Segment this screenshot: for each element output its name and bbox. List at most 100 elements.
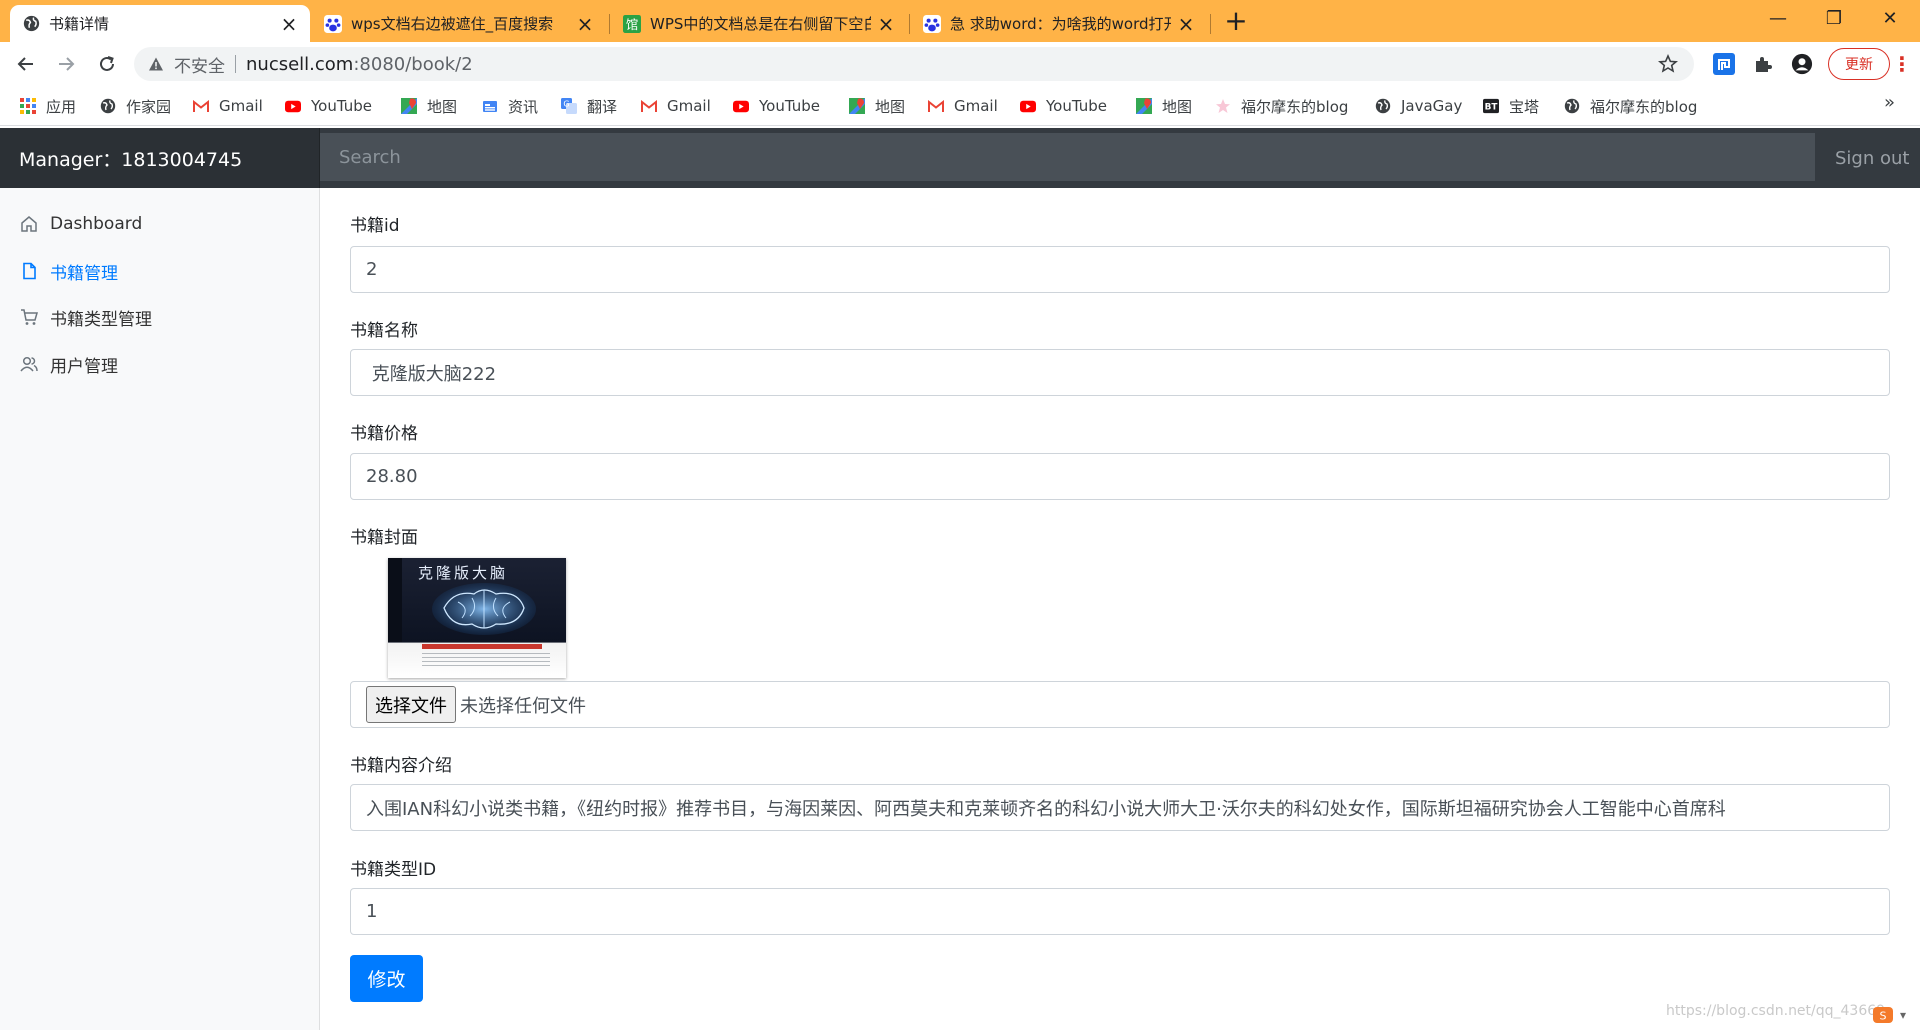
bookmark-label: Gmail [667, 97, 711, 115]
close-icon[interactable]: × [1177, 14, 1195, 34]
address-bar[interactable]: 不安全 nucsell.com:8080/book/2 [134, 47, 1694, 81]
book-cover-label: 书籍封面 [350, 528, 418, 548]
url-text[interactable]: nucsell.com:8080/book/2 [246, 54, 473, 75]
book-type-label: 书籍类型ID [350, 860, 437, 880]
bookmark-item[interactable]: 资讯 [482, 94, 538, 118]
choose-file-button[interactable]: 选择文件 [366, 686, 456, 723]
sidebar-item-book-types[interactable]: 书籍类型管理 [20, 304, 152, 330]
back-button[interactable] [12, 50, 40, 78]
apps-grid-icon [20, 98, 36, 114]
cover-file-input[interactable]: 选择文件 未选择任何文件 [350, 681, 1890, 728]
reload-button[interactable] [93, 50, 121, 78]
book-type-field[interactable]: 1 [350, 888, 1890, 935]
bookmark-item[interactable]: Gmail [928, 94, 998, 118]
bookmark-item[interactable]: Gmail [193, 94, 263, 118]
maps-icon [401, 98, 417, 114]
warning-icon[interactable] [148, 56, 164, 72]
sidebar-item-dashboard[interactable]: Dashboard [20, 211, 142, 237]
tab-title: 急 求助word：为啥我的word打开 [950, 15, 1171, 33]
csdn-watermark: https://blog.csdn.net/qq_43669 [1666, 1003, 1886, 1019]
book-price-field[interactable]: 28.80 [350, 453, 1890, 500]
sidebar-item-books[interactable]: 书籍管理 [20, 258, 118, 284]
bookmark-label: Gmail [219, 97, 263, 115]
gmail-icon [641, 98, 657, 114]
star-icon [1215, 98, 1231, 114]
book-intro-field[interactable]: 入围IAN科幻小说类书籍，《纽约时报》推荐书目，与海因莱因、阿西莫夫和克莱顿齐名… [350, 784, 1890, 831]
profile-avatar-icon[interactable] [1791, 53, 1813, 75]
bookmarks-bar: 应用 作家园 Gmail YouTube 地图 资讯 G 翻译 Gmail Yo… [0, 86, 1920, 126]
bookmark-item[interactable]: BT 宝塔 [1483, 94, 1539, 118]
close-icon[interactable]: × [280, 14, 298, 34]
bookmark-label: Gmail [954, 97, 998, 115]
bookmark-item[interactable]: 福尔摩东的blog [1215, 94, 1348, 118]
tab-word-help[interactable]: 急 求助word：为啥我的word打开 × [911, 5, 1207, 42]
url-path: :8080/book/2 [353, 53, 473, 75]
close-icon[interactable]: × [877, 14, 895, 34]
bookmark-label: YouTube [759, 97, 820, 115]
ime-icon[interactable]: S [1872, 1005, 1896, 1025]
youtube-icon [733, 98, 749, 114]
bookmark-item[interactable]: YouTube [1020, 94, 1107, 118]
bookmark-item[interactable]: G 翻译 [561, 94, 617, 118]
sidebar-item-label: 用户管理 [50, 356, 118, 377]
bookmark-item[interactable]: 地图 [1136, 94, 1192, 118]
extension-blue-icon[interactable] [1713, 53, 1735, 75]
bookmark-item[interactable]: 福尔摩东的blog [1564, 94, 1697, 118]
bookmark-item[interactable]: YouTube [285, 94, 372, 118]
new-tab-button[interactable]: + [1222, 7, 1250, 36]
bookmark-item[interactable]: 地图 [401, 94, 457, 118]
sidebar-item-label: 书籍管理 [50, 263, 118, 284]
update-button[interactable]: 更新 [1828, 48, 1890, 80]
menu-kebab-icon[interactable]: ⋮ [1890, 50, 1914, 78]
bookmark-item[interactable]: 应用 [20, 94, 76, 118]
book-id-field[interactable]: 2 [350, 246, 1890, 293]
bookmark-label: 翻译 [587, 97, 618, 116]
svg-text:馆: 馆 [626, 17, 638, 32]
submit-button[interactable]: 修改 [350, 955, 423, 1002]
forward-button[interactable] [52, 50, 80, 78]
tab-wps-doc[interactable]: 馆 WPS中的文档总是在右侧留下空白 × [611, 5, 907, 42]
brain-illustration [432, 583, 536, 635]
sidebar-item-label: 书籍类型管理 [50, 309, 152, 330]
puzzle-icon[interactable] [1752, 53, 1774, 75]
bookmark-item[interactable]: JavaGay [1375, 94, 1462, 118]
close-icon[interactable]: × [576, 14, 594, 34]
bookmark-item[interactable]: 地图 [849, 94, 905, 118]
bookmark-label: JavaGay [1401, 97, 1463, 115]
green-square-icon: 馆 [623, 14, 641, 33]
bookmarks-overflow-button[interactable]: » [1884, 92, 1895, 113]
globe-icon [22, 15, 40, 33]
baidu-paw-icon [923, 14, 941, 33]
bookmark-label: YouTube [1046, 97, 1107, 115]
browser-tab-strip: 书籍详情 × wps文档右边被遮住_百度搜索 × 馆 WPS中的文档总是在右侧留… [0, 0, 1920, 42]
bookmark-item[interactable]: Gmail [641, 94, 711, 118]
users-icon [20, 355, 38, 373]
bookmark-item[interactable]: YouTube [733, 94, 820, 118]
sidebar-item-users[interactable]: 用户管理 [20, 351, 118, 377]
baidu-paw-icon [324, 14, 342, 33]
tab-title: wps文档右边被遮住_百度搜索 [351, 15, 554, 33]
tab-book-detail[interactable]: 书籍详情 × [10, 5, 310, 42]
minimize-button[interactable]: — [1756, 4, 1800, 34]
security-label[interactable]: 不安全 [174, 52, 225, 77]
book-name-field[interactable]: 克隆版大脑222 [350, 349, 1890, 396]
tab-baidu-search[interactable]: wps文档右边被遮住_百度搜索 × [312, 5, 606, 42]
url-host: nucsell.com [246, 53, 354, 75]
bookmark-item[interactable]: 作家园 [100, 94, 171, 118]
signout-link[interactable]: Sign out [1835, 128, 1909, 188]
bookmark-label: 福尔摩东的blog [1241, 97, 1349, 116]
book-intro-label: 书籍内容介绍 [350, 756, 452, 776]
book-price-label: 书籍价格 [350, 424, 418, 444]
youtube-icon [1020, 98, 1036, 114]
svg-text:G: G [563, 100, 569, 109]
globe-icon [100, 98, 116, 114]
file-icon [20, 262, 38, 280]
bookmark-star-icon[interactable] [1657, 54, 1679, 74]
bt-icon: BT [1483, 98, 1499, 114]
close-window-button[interactable]: ✕ [1868, 4, 1912, 34]
chevron-down-icon[interactable]: ▾ [1900, 1008, 1906, 1022]
search-input[interactable]: Search [320, 133, 1815, 181]
restore-button[interactable]: ❐ [1812, 4, 1856, 34]
brand-manager[interactable]: Manager：1813004745 [0, 128, 320, 188]
svg-text:BT: BT [1485, 103, 1498, 113]
